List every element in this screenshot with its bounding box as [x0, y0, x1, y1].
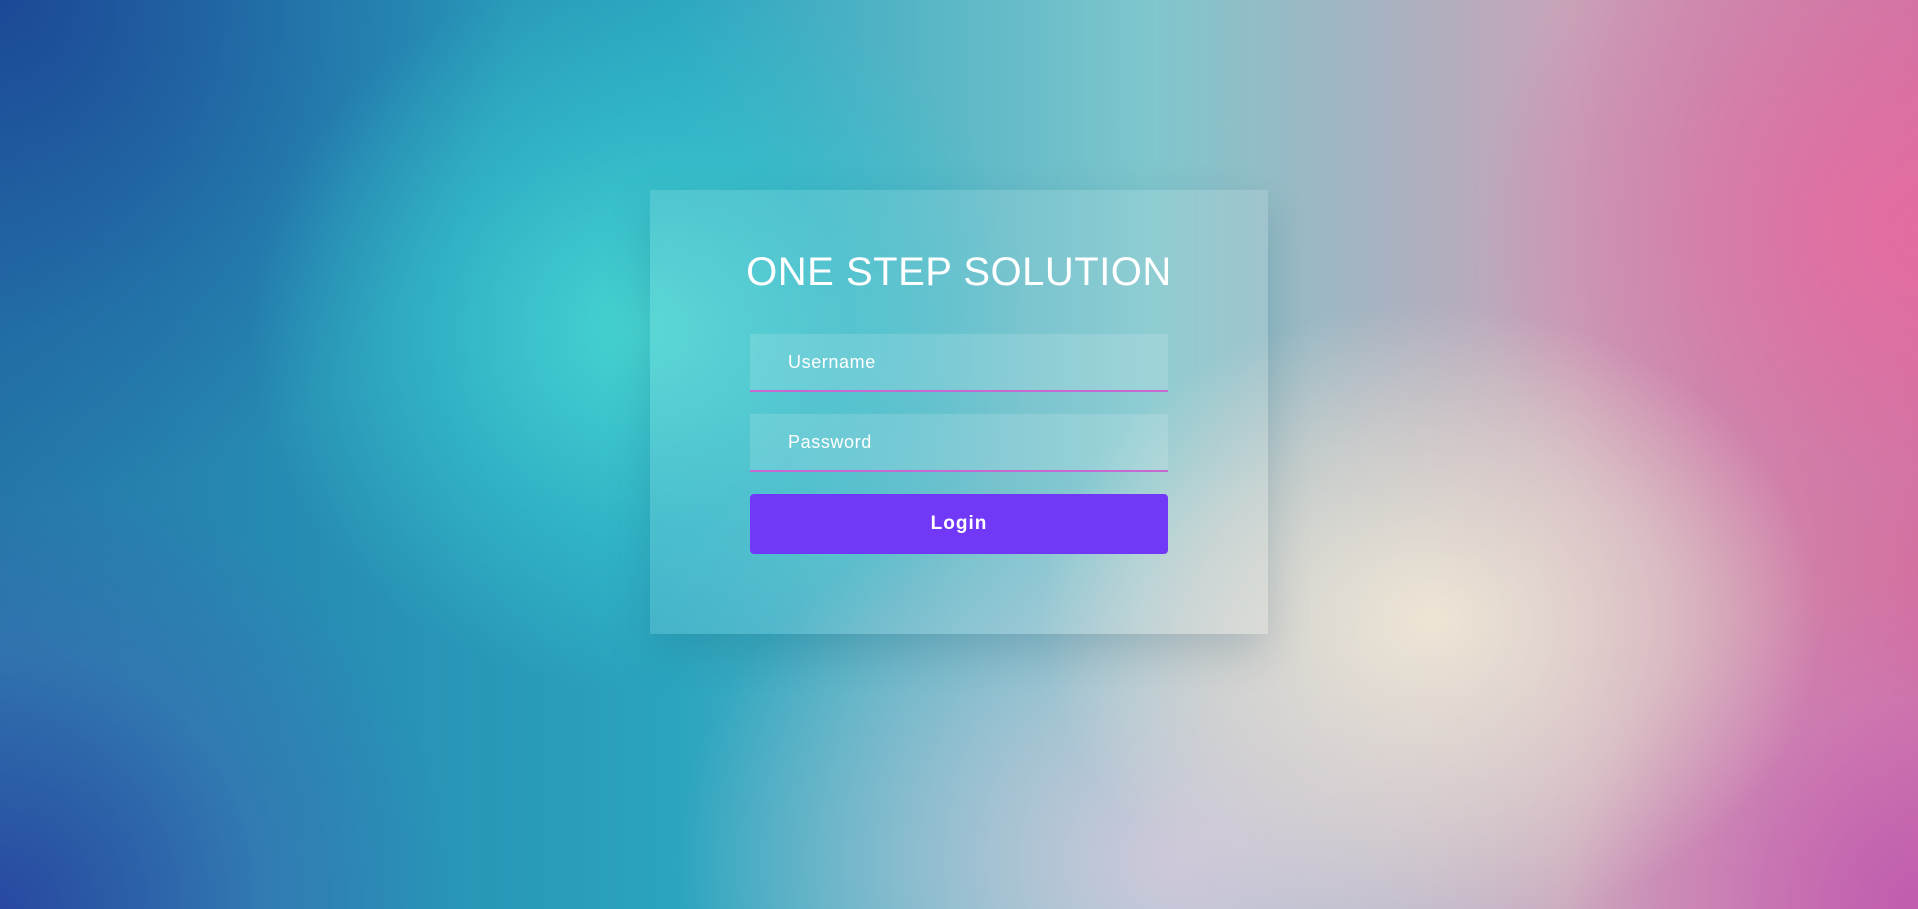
login-card: ONE STEP SOLUTION Login — [650, 190, 1268, 634]
login-button[interactable]: Login — [750, 494, 1168, 554]
password-input[interactable] — [750, 414, 1168, 472]
page-title: ONE STEP SOLUTION — [746, 250, 1172, 294]
username-input[interactable] — [750, 334, 1168, 392]
